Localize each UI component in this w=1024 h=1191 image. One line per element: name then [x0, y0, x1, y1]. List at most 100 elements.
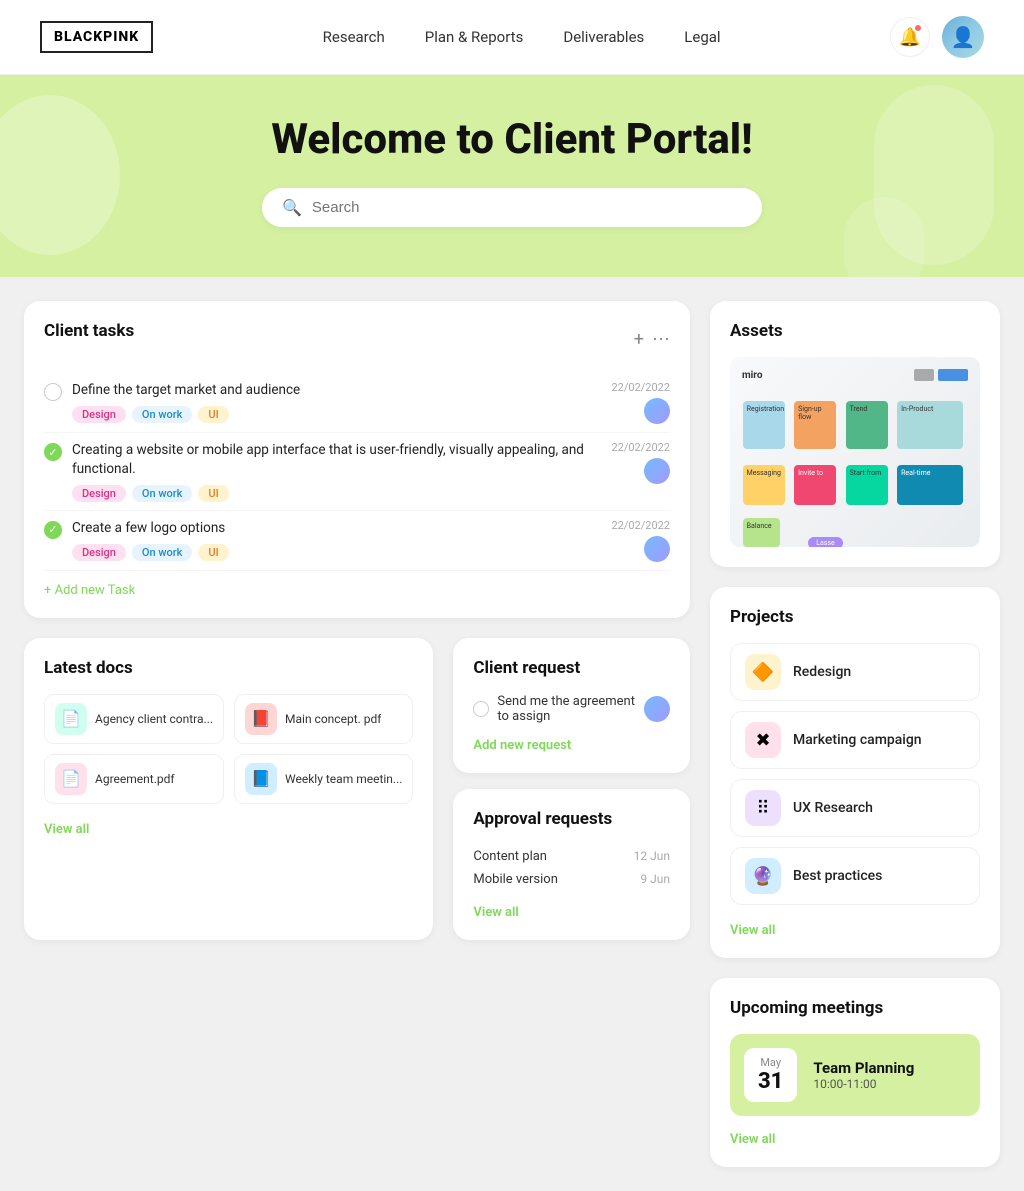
nav-research[interactable]: Research — [323, 28, 385, 46]
more-options-icon[interactable]: ⋯ — [652, 329, 670, 350]
tag-design[interactable]: Design — [72, 544, 126, 561]
latest-docs-card: Latest docs 📄 Agency client contra... 📕 … — [24, 638, 433, 940]
table-row: ✓ Create a few logo options Design On wo… — [44, 511, 670, 571]
tag-design[interactable]: Design — [72, 485, 126, 502]
add-task-button[interactable]: + Add new Task — [44, 583, 670, 598]
miro-node: Start from — [846, 465, 888, 505]
list-item[interactable]: 📄 Agency client contra... — [44, 694, 224, 744]
task-right: 22/02/2022 — [611, 441, 670, 484]
list-item[interactable]: 📘 Weekly team meetin... — [234, 754, 413, 804]
approval-date: 12 Jun — [634, 849, 670, 863]
miro-board-mockup: miro Registration Sign-up flow Trend In-… — [730, 357, 980, 547]
tasks-title: Client tasks — [44, 321, 134, 341]
approval-title: Approval requests — [473, 809, 670, 829]
miro-node: Invite to — [794, 465, 836, 505]
avatar[interactable]: 👤 — [942, 16, 984, 58]
nav-legal[interactable]: Legal — [684, 28, 720, 46]
requests-col: Client request Send me the agreement to … — [453, 638, 690, 940]
tasks-header: Client tasks + ⋯ — [44, 321, 670, 357]
doc-name: Agency client contra... — [95, 712, 213, 726]
task-date: 22/02/2022 — [611, 381, 670, 394]
tasks-actions: + ⋯ — [634, 329, 670, 350]
bottom-row: Latest docs 📄 Agency client contra... 📕 … — [24, 638, 690, 940]
docs-grid: 📄 Agency client contra... 📕 Main concept… — [44, 694, 413, 804]
table-row: Define the target market and audience De… — [44, 373, 670, 433]
list-item: Mobile version 9 Jun — [473, 868, 670, 891]
list-item[interactable]: 📄 Agreement.pdf — [44, 754, 224, 804]
tag-design[interactable]: Design — [72, 406, 126, 423]
task-left: Define the target market and audience De… — [44, 381, 300, 423]
upcoming-meetings-card: Upcoming meetings May 31 Team Planning 1… — [710, 978, 1000, 1167]
project-list: 🔶 Redesign ✖ Marketing campaign ⠿ UX Res… — [730, 643, 980, 905]
doc-icon: 📕 — [245, 703, 277, 735]
task-checkbox[interactable] — [44, 383, 62, 401]
meeting-time: 10:00-11:00 — [813, 1077, 914, 1091]
approval-view-all[interactable]: View all — [473, 905, 518, 920]
tag-onwork[interactable]: On work — [132, 406, 192, 423]
meeting-title: Team Planning — [813, 1059, 914, 1077]
notification-button[interactable]: 🔔 — [890, 17, 930, 57]
task-tags: Design On work UI — [72, 406, 300, 423]
doc-name: Weekly team meetin... — [285, 772, 402, 786]
logo[interactable]: BLACKPINK — [40, 21, 153, 53]
miro-node: Trend — [846, 401, 888, 449]
meetings-view-all[interactable]: View all — [730, 1132, 775, 1147]
list-item[interactable]: 🔮 Best practices — [730, 847, 980, 905]
assets-preview[interactable]: miro Registration Sign-up flow Trend In-… — [730, 357, 980, 547]
add-request-button[interactable]: Add new request — [473, 738, 571, 753]
approval-date: 9 Jun — [640, 872, 670, 886]
task-checkbox-checked[interactable]: ✓ — [44, 521, 62, 539]
left-column: Client tasks + ⋯ Define the target marke… — [24, 301, 690, 1167]
task-text: Creating a website or mobile app interfa… — [72, 441, 611, 479]
project-name: Redesign — [793, 664, 851, 680]
miro-node: Messaging — [743, 465, 785, 505]
list-item[interactable]: ⠿ UX Research — [730, 779, 980, 837]
miro-node: Real-time — [897, 465, 963, 505]
list-item[interactable]: 📕 Main concept. pdf — [234, 694, 413, 744]
miro-share-btn — [938, 369, 968, 381]
client-request-card: Client request Send me the agreement to … — [453, 638, 690, 773]
task-checkbox-checked[interactable]: ✓ — [44, 443, 62, 461]
tag-ui[interactable]: UI — [198, 485, 228, 502]
request-checkbox[interactable] — [473, 701, 489, 717]
task-right: 22/02/2022 — [611, 519, 670, 562]
task-avatar — [644, 458, 670, 484]
search-bar: 🔍 — [262, 188, 762, 227]
meeting-item[interactable]: May 31 Team Planning 10:00-11:00 — [730, 1034, 980, 1116]
task-date: 22/02/2022 — [611, 441, 670, 454]
approval-requests-card: Approval requests Content plan 12 Jun Mo… — [453, 789, 690, 940]
assets-title: Assets — [730, 321, 980, 341]
assets-card: Assets miro Registration Sign-up flow — [710, 301, 1000, 567]
tag-ui[interactable]: UI — [198, 406, 228, 423]
project-name: Marketing campaign — [793, 732, 922, 748]
right-column: Assets miro Registration Sign-up flow — [710, 301, 1000, 1167]
doc-icon: 📄 — [55, 763, 87, 795]
search-input[interactable] — [312, 199, 742, 216]
list-item[interactable]: ✖ Marketing campaign — [730, 711, 980, 769]
projects-title: Projects — [730, 607, 980, 627]
meetings-title: Upcoming meetings — [730, 998, 980, 1018]
miro-node: Registration — [743, 401, 785, 449]
miro-header: miro — [738, 365, 972, 385]
docs-view-all[interactable]: View all — [44, 822, 89, 837]
hero-title: Welcome to Client Portal! — [271, 115, 752, 164]
list-item[interactable]: 🔶 Redesign — [730, 643, 980, 701]
nav-plan-reports[interactable]: Plan & Reports — [425, 28, 524, 46]
miro-node: Balance — [743, 518, 780, 547]
nav-deliverables[interactable]: Deliverables — [563, 28, 644, 46]
hero-decoration-left — [0, 95, 120, 255]
tag-onwork[interactable]: On work — [132, 485, 192, 502]
tag-onwork[interactable]: On work — [132, 544, 192, 561]
add-task-icon[interactable]: + — [634, 329, 644, 350]
meeting-info: Team Planning 10:00-11:00 — [813, 1059, 914, 1091]
miro-node: In-Product — [897, 401, 963, 449]
task-date: 22/02/2022 — [611, 519, 670, 532]
tag-ui[interactable]: UI — [198, 544, 228, 561]
list-item: Content plan 12 Jun — [473, 845, 670, 868]
latest-docs-title: Latest docs — [44, 658, 413, 678]
header-actions: 🔔 👤 — [890, 16, 984, 58]
task-text: Define the target market and audience — [72, 381, 300, 400]
projects-card: Projects 🔶 Redesign ✖ Marketing campaign… — [710, 587, 1000, 958]
projects-view-all[interactable]: View all — [730, 923, 775, 938]
task-avatar — [644, 536, 670, 562]
